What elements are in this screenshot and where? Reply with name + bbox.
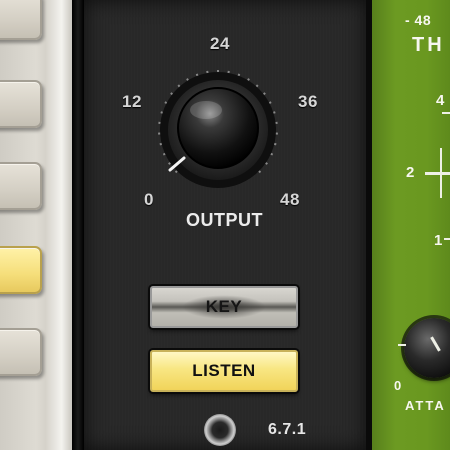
left-button-2[interactable] [0,80,42,128]
output-label: OUTPUT [186,210,263,230]
listen-button[interactable]: LISTEN [150,350,298,392]
left-button-4-active[interactable] [0,246,42,294]
output-scale-24: 24 [210,34,230,53]
left-button-column [0,0,72,450]
threshold-title: TH [412,34,445,56]
attack-label: ATTA [405,398,446,413]
threshold-scale-2: 2 [406,164,415,181]
left-button-3[interactable] [0,162,42,210]
output-scale-36: 36 [298,92,318,111]
threshold-tick-2 [425,172,450,175]
output-scale-12: 12 [122,92,142,111]
attack-tick [398,344,406,346]
left-column-edge [46,0,72,450]
key-button-label: KEY [181,295,267,319]
threshold-tick-4 [442,112,450,114]
panel-divider [72,0,84,450]
left-button-5[interactable] [0,328,42,376]
threshold-panel [372,0,450,450]
threshold-tick-1 [444,238,450,240]
output-knob[interactable] [140,58,300,208]
listen-button-label: LISTEN [192,361,256,380]
attack-scale-0: 0 [394,378,402,393]
threshold-tick-vertical [440,148,442,198]
threshold-scale-4: 4 [436,92,445,109]
threshold-top-value: - 48 [405,12,432,28]
left-button-1[interactable] [0,0,42,40]
sidechain-jack-icon [204,414,236,446]
version-label: 6.7.1 [268,421,307,438]
output-knob-graphic [158,70,278,188]
key-button[interactable]: KEY [150,286,298,328]
threshold-scale-1: 1 [434,232,443,249]
